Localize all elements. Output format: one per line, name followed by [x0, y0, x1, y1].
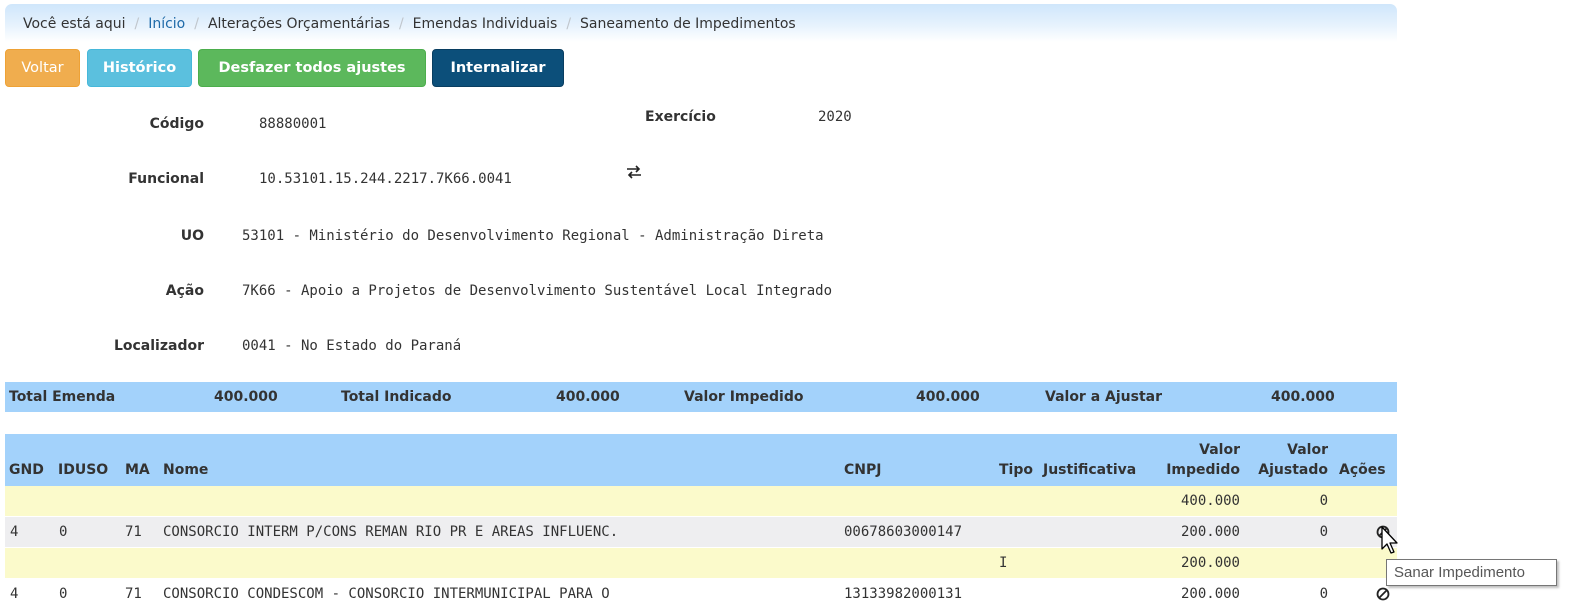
cell-valor-ajustado: 0	[1319, 493, 1328, 509]
cell-valor-impedido: 200.000	[1180, 586, 1240, 602]
tooltip-sanar-impedimento: Sanar Impedimento	[1386, 559, 1557, 586]
cell-gnd: 4	[10, 524, 19, 540]
breadcrumb-separator: /	[194, 16, 199, 32]
internalizar-button[interactable]: Internalizar	[432, 49, 564, 87]
mouse-cursor-icon	[1381, 526, 1398, 554]
totals-bar: Total Emenda 400.000 Total Indicado 400.…	[5, 382, 1397, 412]
desfazer-ajustes-button[interactable]: Desfazer todos ajustes	[198, 49, 426, 87]
codigo-label: Código	[149, 116, 204, 132]
swap-arrows-icon[interactable]	[626, 164, 642, 180]
cell-cnpj: 00678603000147	[844, 524, 963, 540]
total-emenda-value: 400.000	[214, 389, 278, 405]
localizador-label: Localizador	[113, 338, 204, 354]
acao-value: 7K66 - Apoio a Projetos de Desenvolvimen…	[242, 283, 833, 299]
col-iduso[interactable]: IDUSO	[58, 460, 108, 480]
valor-ajustar-value: 400.000	[1271, 389, 1335, 405]
table-row: 400.000 0	[5, 486, 1397, 517]
cell-valor-ajustado: 0	[1319, 524, 1328, 540]
valor-impedido-label: Valor Impedido	[684, 389, 804, 405]
codigo-value: 88880001	[259, 116, 327, 132]
cell-iduso: 0	[59, 586, 68, 602]
exercicio-value: 2020	[818, 109, 852, 125]
funcional-label: Funcional	[128, 171, 204, 187]
exercicio-label: Exercício	[645, 109, 716, 125]
breadcrumb-link-inicio[interactable]: Início	[148, 16, 185, 32]
cell-ma: 71	[125, 524, 142, 540]
table-row: 4 0 71 CONSORCIO INTERM P/CONS REMAN RIO…	[5, 517, 1397, 548]
col-acoes: Ações	[1339, 462, 1386, 478]
acao-label: Ação	[165, 283, 204, 299]
total-emenda-label: Total Emenda	[9, 389, 116, 405]
cell-valor-impedido: 200.000	[1180, 524, 1240, 540]
breadcrumb-item-emendas[interactable]: Emendas Individuais	[413, 16, 558, 32]
breadcrumb-separator: /	[398, 16, 404, 32]
breadcrumb-separator: /	[566, 16, 572, 32]
cell-tipo: I	[999, 555, 1008, 571]
col-cnpj[interactable]: CNPJ	[844, 460, 881, 480]
valor-ajustar-label: Valor a Ajustar	[1045, 389, 1163, 405]
breadcrumb-item-current: Saneamento de Impedimentos	[580, 16, 796, 32]
cell-nome: CONSORCIO INTERM P/CONS REMAN RIO PR E A…	[163, 524, 619, 540]
cell-nome: CONSORCIO CONDESCOM - CONSORCIO INTERMUN…	[163, 586, 610, 602]
breadcrumb-item-alteracoes[interactable]: Alterações Orçamentárias	[208, 16, 390, 32]
cell-ma: 71	[125, 586, 142, 602]
total-indicado-value: 400.000	[556, 389, 620, 405]
col-valor-ajustado-line1[interactable]: Valor	[1287, 440, 1328, 460]
col-valor-ajustado-line2[interactable]: Ajustado	[1258, 460, 1328, 480]
table-header: GND IDUSO MA Nome CNPJ Tipo Justificativ…	[5, 434, 1397, 486]
valor-impedido-value: 400.000	[916, 389, 980, 405]
page: Você está aqui / Início / Alterações Orçamen…	[0, 0, 1582, 615]
total-indicado-label: Total Indicado	[341, 389, 452, 405]
table-row: I 200.000	[5, 548, 1397, 579]
voltar-button[interactable]: Voltar	[5, 49, 80, 87]
col-valor-impedido-line1[interactable]: Valor	[1199, 440, 1240, 460]
table-row: 4 0 71 CONSORCIO CONDESCOM - CONSORCIO I…	[5, 579, 1397, 610]
historico-button[interactable]: Histórico	[87, 49, 192, 87]
uo-label: UO	[180, 228, 204, 244]
cell-gnd: 4	[10, 586, 19, 602]
col-nome[interactable]: Nome	[163, 460, 208, 480]
funcional-value: 10.53101.15.244.2217.7K66.0041	[259, 171, 512, 187]
prohibited-icon[interactable]	[1376, 587, 1390, 601]
cell-valor-impedido: 400.000	[1180, 493, 1240, 509]
breadcrumb-label: Você está aqui	[23, 16, 126, 32]
col-ma[interactable]: MA	[125, 460, 150, 480]
cell-valor-impedido: 200.000	[1180, 555, 1240, 571]
col-tipo[interactable]: Tipo	[999, 460, 1033, 480]
cell-cnpj: 13133982000131	[844, 586, 963, 602]
uo-value: 53101 - Ministério do Desenvolvimento Re…	[242, 228, 824, 244]
cell-iduso: 0	[59, 524, 68, 540]
cell-valor-ajustado: 0	[1319, 586, 1328, 602]
breadcrumb-separator: /	[134, 16, 140, 32]
col-gnd[interactable]: GND	[9, 460, 44, 480]
col-valor-impedido-line2[interactable]: Impedido	[1166, 460, 1240, 480]
localizador-value: 0041 - No Estado do Paraná	[242, 338, 462, 354]
col-justificativa[interactable]: Justificativa	[1043, 460, 1136, 480]
breadcrumb: Você está aqui / Início / Alterações Orçamen…	[5, 4, 1397, 42]
